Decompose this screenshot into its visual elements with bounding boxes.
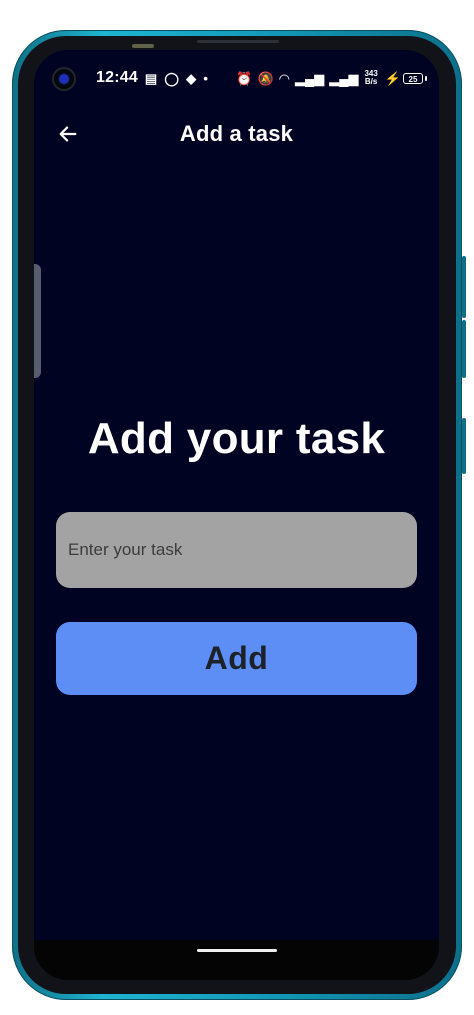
status-time: 12:44 (96, 69, 138, 86)
home-indicator[interactable] (197, 949, 277, 952)
status-bar: 12:44 ▤ ◯ ◆ • ⏰ 🔕 ◠ ▂▄▆ ▂▄▆ 343 B/s ⚡ 25 (34, 50, 439, 106)
dot-icon: • (203, 70, 209, 86)
app-bar: Add a task (34, 106, 439, 162)
add-button[interactable]: Add (56, 622, 417, 695)
phone-screen: 12:44 ▤ ◯ ◆ • ⏰ 🔕 ◠ ▂▄▆ ▂▄▆ 343 B/s ⚡ 25 (34, 50, 439, 980)
earpiece-speaker (197, 40, 279, 43)
back-button[interactable] (50, 116, 86, 152)
volume-down-button (462, 320, 466, 378)
main-heading: Add your task (87, 414, 386, 463)
alarm-icon: ⏰ (236, 70, 253, 86)
system-navigation-bar (34, 940, 439, 980)
proximity-sensor (132, 44, 154, 48)
back-arrow-icon (59, 126, 77, 142)
network-speed: 343 B/s (364, 70, 377, 86)
status-right: ⏰ 🔕 ◠ ▂▄▆ ▂▄▆ 343 B/s ⚡ 25 (236, 70, 427, 86)
battery-tip (425, 75, 427, 81)
whatsapp-icon: ◯ (164, 70, 180, 86)
message-icon: ▤ (144, 70, 158, 86)
charging-icon: ⚡ (384, 70, 401, 86)
status-left: 12:44 ▤ ◯ ◆ • (96, 69, 208, 87)
volume-up-button (462, 256, 466, 318)
page-title: Add a task (179, 121, 294, 146)
battery-level: 25 (403, 72, 423, 84)
task-input[interactable] (56, 512, 417, 588)
wifi-icon: ◠ (278, 70, 291, 86)
front-camera-icon (52, 67, 76, 91)
signal-icon: ▂▄▆ (295, 70, 325, 86)
network-speed-unit: B/s (364, 77, 378, 86)
mute-bell-icon: 🔕 (257, 70, 274, 86)
power-button (462, 418, 466, 474)
battery-indicator: ⚡ 25 (385, 72, 427, 85)
edge-panel-handle[interactable] (34, 264, 41, 378)
snapchat-icon: ◆ (186, 70, 197, 86)
signal-icon: ▂▄▆ (329, 70, 359, 86)
